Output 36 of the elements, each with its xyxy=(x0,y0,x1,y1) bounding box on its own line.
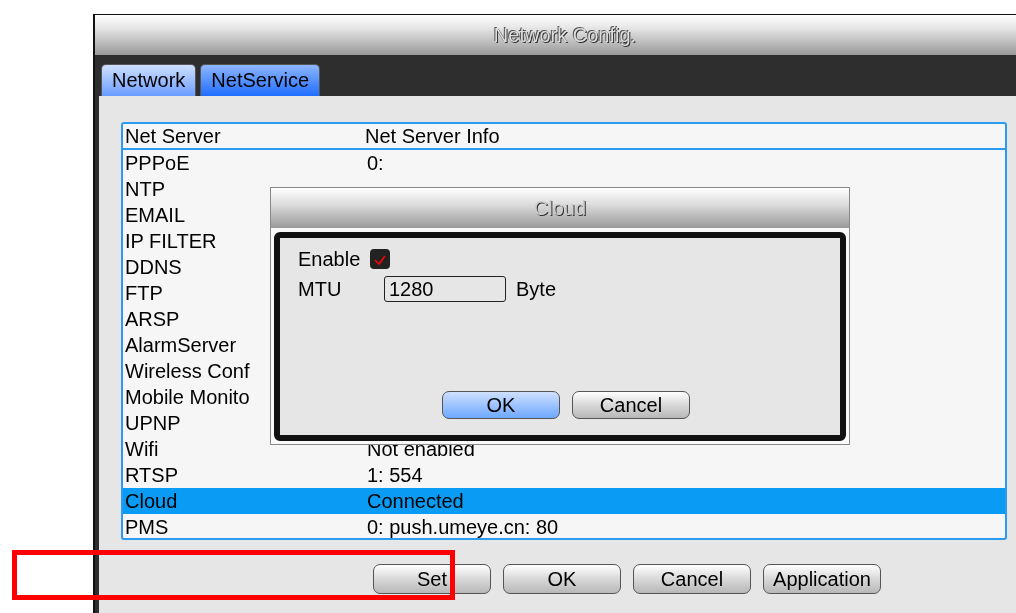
tab[interactable]: NetService xyxy=(200,64,321,96)
table-cell: AlarmServer xyxy=(125,334,237,356)
table-cell: PPPoE xyxy=(125,152,190,174)
window-title: Network Config. xyxy=(95,15,1016,55)
action-button[interactable]: Cancel xyxy=(633,564,751,594)
mtu-label: MTU xyxy=(298,277,343,301)
table-cell-text: Connected xyxy=(367,489,464,514)
table-cell: Wireless Conf xyxy=(125,360,250,382)
action-button[interactable]: OK xyxy=(503,564,621,594)
enable-checkbox[interactable] xyxy=(370,249,391,269)
table-cell: PMS xyxy=(125,516,169,538)
mtu-input-field[interactable]: 1280 xyxy=(384,276,506,302)
table-cell: UPNP xyxy=(125,412,181,434)
table-cell: Cloud xyxy=(125,490,178,512)
dialog-button[interactable]: Cancel xyxy=(572,391,690,419)
dialog-title: Cloud xyxy=(271,188,849,228)
action-button[interactable]: Application xyxy=(763,564,881,594)
dialog-button[interactable]: OK xyxy=(442,391,560,419)
table-cell: RTSP xyxy=(125,464,178,486)
table-cell-text: 0: xyxy=(367,151,384,176)
table-cell: ARSP xyxy=(125,308,180,330)
unit-label: Byte xyxy=(516,277,557,301)
table-cell: NTP xyxy=(125,178,165,200)
table-row[interactable]: Cloud Connected xyxy=(123,488,1005,514)
table-cell-text: 0: push.umeye.cn: 80 xyxy=(367,515,559,540)
table-row[interactable]: PMS 0: push.umeye.cn: 80 xyxy=(123,514,1005,540)
table-row[interactable]: PPPoE 0: xyxy=(123,150,1005,176)
column-header: Net Server xyxy=(124,124,222,148)
table-row[interactable]: RTSP 1: 554 xyxy=(123,462,1005,488)
column-header: Net Server Info xyxy=(365,124,500,148)
tab[interactable]: Network xyxy=(101,64,197,96)
action-button[interactable]: Set xyxy=(373,564,491,594)
enable-label: Enable xyxy=(298,247,361,271)
table-cell-text: 1: 554 xyxy=(367,463,423,488)
table-cell: Wifi xyxy=(125,438,159,460)
table-cell: IP FILTER xyxy=(125,230,217,252)
